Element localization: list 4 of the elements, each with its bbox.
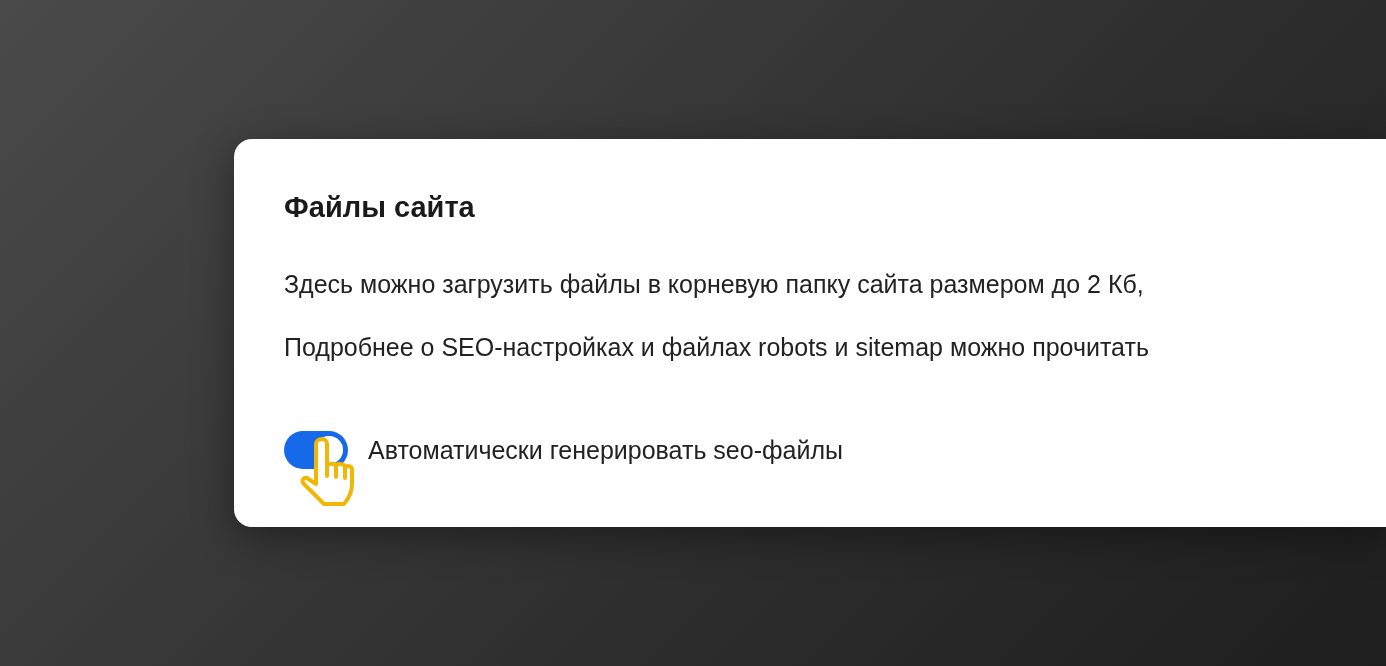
description-text: Подробнее о SEO-настройках и файлах robots и sitemap можно прочитать — [284, 332, 1149, 363]
description-text: Здесь можно загрузить файлы в корневую папку сайта размером до 2 Кб, — [284, 269, 1144, 300]
card-title: Файлы сайта — [284, 190, 475, 225]
toggle-label: Автоматически генерировать seo-файлы — [368, 434, 843, 466]
